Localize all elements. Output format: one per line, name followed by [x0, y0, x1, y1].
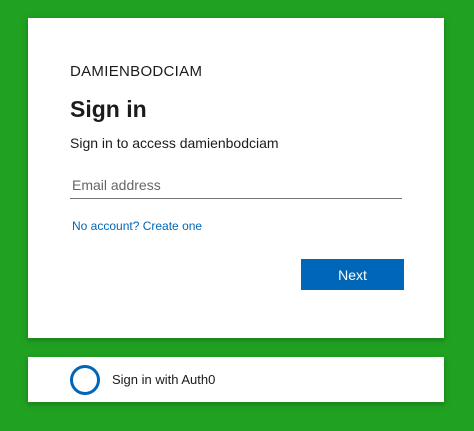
- brand-name: DAMIENBODCIAM: [70, 63, 203, 80]
- circle-icon: [70, 365, 100, 395]
- auth0-sign-in-option[interactable]: Sign in with Auth0: [28, 357, 444, 402]
- sign-in-card: DAMIENBODCIAM Sign in Sign in to access …: [28, 18, 444, 338]
- next-button[interactable]: Next: [301, 259, 404, 290]
- create-account-link[interactable]: No account? Create one: [72, 219, 202, 233]
- email-field[interactable]: [70, 172, 402, 199]
- page-subtitle: Sign in to access damienbodciam: [70, 135, 279, 151]
- page-title: Sign in: [70, 96, 147, 122]
- auth0-sign-in-label: Sign in with Auth0: [112, 372, 216, 387]
